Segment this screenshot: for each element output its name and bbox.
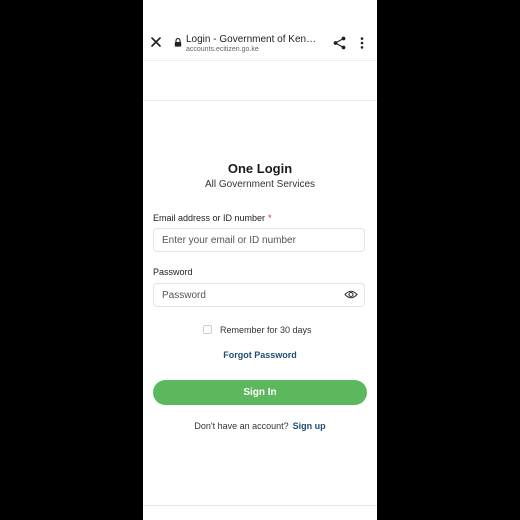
close-icon[interactable] [150,36,162,48]
share-icon[interactable] [333,36,346,50]
more-vert-icon[interactable] [360,37,364,49]
page-title[interactable]: Login - Government of Kenya ... [186,34,321,45]
phone-screen: Login - Government of Kenya ... accounts… [143,0,377,520]
login-title: One Login [227,161,293,176]
password-input[interactable] [153,283,365,307]
signup-prompt: Don't have an account? Sign up [143,421,377,431]
remember-checkbox[interactable] [203,325,212,334]
email-input[interactable] [153,228,365,252]
password-label: Password [153,267,193,277]
login-subtitle: All Government Services [204,179,316,190]
bottom-divider [143,505,377,506]
forgot-password-link[interactable]: Forgot Password [143,350,377,360]
no-account-text: Don't have an account? [194,421,289,431]
sign-in-button[interactable]: Sign In [153,380,367,405]
email-label-text: Email address or ID number [153,213,266,223]
header-divider [143,100,377,101]
remember-label[interactable]: Remember for 30 days [220,325,312,335]
browser-toolbar: Login - Government of Kenya ... accounts… [143,26,377,61]
sign-up-link[interactable]: Sign up [293,421,326,431]
required-mark: * [268,213,272,223]
email-label: Email address or ID number * [153,213,272,223]
lock-icon [174,38,182,47]
url-domain[interactable]: accounts.ecitizen.go.ke [186,46,259,53]
eye-icon[interactable] [344,289,358,300]
